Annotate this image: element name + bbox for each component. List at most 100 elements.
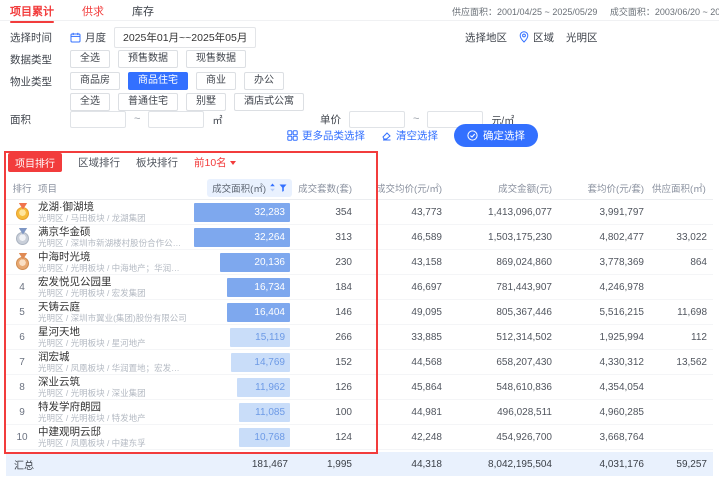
ranking-tab-region[interactable]: 区域排行: [78, 155, 120, 170]
region-value[interactable]: 光明区: [566, 30, 598, 45]
project-name[interactable]: 天铸云庭: [38, 301, 188, 313]
tab-supply-demand[interactable]: 供求: [82, 3, 104, 23]
project-subtext: 光明区 / 马田板块 / 龙湖集团: [38, 213, 188, 223]
chip-commodity-residence[interactable]: 商品住宅: [128, 72, 188, 90]
gold-medal-icon: [16, 207, 29, 220]
chip-ordinary-residence[interactable]: 普通住宅: [118, 93, 178, 111]
confirm-button[interactable]: 确定选择: [454, 124, 538, 147]
summary-unit-avg: 4,031,176: [558, 459, 650, 470]
rank-number: 10: [16, 432, 27, 443]
summary-label: 汇总: [6, 457, 194, 472]
project-name[interactable]: 深业云筑: [38, 376, 188, 388]
deal-area-header-label: 成交面积(㎡): [212, 181, 266, 195]
table-row[interactable]: 8深业云筑光明区 / 光明板块 / 深业集团11,96212645,864548…: [6, 375, 713, 400]
avg-price-cell: 45,864: [358, 382, 448, 393]
deal-units-cell: 313: [294, 232, 358, 243]
clear-selection-button[interactable]: 清空选择: [381, 128, 438, 143]
chip-select-all[interactable]: 全选: [70, 50, 110, 68]
monthly-mode-button[interactable]: 月度: [70, 30, 106, 45]
table-row[interactable]: 中海时光境光明区 / 光明板块 / 中海地产；华润置地20,13623043,1…: [6, 250, 713, 275]
deal-amount-cell: 805,367,446: [448, 307, 558, 318]
more-category-button[interactable]: 更多品类选择: [287, 128, 365, 143]
supply-date-range: 2001/04/25 ~ 2025/05/29: [497, 7, 597, 17]
unit-avg-cell: 3,668,764: [558, 432, 650, 443]
unit-avg-cell: 3,778,369: [558, 257, 650, 268]
project-name[interactable]: 特发学府朗园: [38, 401, 188, 413]
project-subtext: 光明区 / 光明板块 / 深业集团: [38, 388, 188, 398]
avg-price-cell: 46,697: [358, 282, 448, 293]
ranking-tab-project[interactable]: 项目排行: [8, 153, 62, 172]
chip-presale-data[interactable]: 预售数据: [118, 50, 178, 68]
chip-current-sale-data[interactable]: 现售数据: [186, 50, 246, 68]
table-row[interactable]: 满京华金硕光明区 / 深圳市新湖楼村股份合作公司；…32,26431346,58…: [6, 225, 713, 250]
project-name[interactable]: 满京华金硕: [38, 226, 188, 238]
rank-number: 9: [19, 407, 25, 418]
data-date-ranges: 供应面积：2001/04/25 ~ 2025/05/29 成交面积：2003/0…: [452, 5, 719, 18]
project-name[interactable]: 龙湖·御湖境: [38, 201, 188, 213]
table-row[interactable]: 6星河天地光明区 / 光明板块 / 星河地产15,11926633,885512…: [6, 325, 713, 350]
table-row[interactable]: 7润宏城光明区 / 凤凰板块 / 华润置地；宏发集团14,76915244,56…: [6, 350, 713, 375]
project-name[interactable]: 宏发悦见公园里: [38, 276, 188, 288]
dashboard-page: 项目累计 供求 库存 供应面积：2001/04/25 ~ 2025/05/29 …: [0, 0, 719, 482]
region-type-button[interactable]: 区域: [519, 30, 554, 45]
tab-inventory[interactable]: 库存: [132, 3, 154, 23]
sort-column-header[interactable]: 成交面积(㎡): [207, 179, 292, 197]
area-max-input[interactable]: [148, 111, 204, 128]
col-header-deal-area: 成交面积(㎡): [194, 179, 294, 197]
deal-units-cell: 126: [294, 382, 358, 393]
unit-avg-cell: 4,246,978: [558, 282, 650, 293]
chip-commercial[interactable]: 商业: [196, 72, 236, 90]
chip-select-all-residence[interactable]: 全选: [70, 93, 110, 111]
ranking-tab-block[interactable]: 板块排行: [136, 155, 178, 170]
table-row[interactable]: 10中建观明云邸光明区 / 凤凰板块 / 中建东孚10,76812442,248…: [6, 425, 713, 450]
grid-icon: [287, 130, 298, 141]
deal-units-cell: 100: [294, 407, 358, 418]
deal-units-cell: 230: [294, 257, 358, 268]
table-row[interactable]: 9特发学府朗园光明区 / 光明板块 / 特发地产11,08510044,9814…: [6, 400, 713, 425]
chevron-down-icon: [230, 161, 236, 165]
project-name[interactable]: 润宏城: [38, 351, 188, 363]
avg-price-cell: 43,773: [358, 207, 448, 218]
project-subtext: 光明区 / 深圳市翼业(集团)股份有限公司: [38, 313, 188, 323]
area-min-input[interactable]: [70, 111, 126, 128]
col-header-unit-avg: 套均价(元/套): [558, 181, 650, 195]
summary-supply: 59,257: [650, 459, 713, 470]
deal-area-bar: 16,734: [227, 278, 290, 297]
project-name[interactable]: 中海时光境: [38, 251, 188, 263]
avg-price-cell: 46,589: [358, 232, 448, 243]
deal-amount-cell: 869,024,860: [448, 257, 558, 268]
rank-number: 4: [19, 282, 25, 293]
summary-amount: 8,042,195,504: [448, 459, 558, 470]
supply-area-cell: 864: [650, 257, 713, 268]
table-row[interactable]: 4宏发悦见公园里光明区 / 光明板块 / 宏发集团16,73418446,697…: [6, 275, 713, 300]
unit-avg-cell: 1,925,994: [558, 332, 650, 343]
table-row[interactable]: 5天铸云庭光明区 / 深圳市翼业(集团)股份有限公司16,40414649,09…: [6, 300, 713, 325]
time-filter-row: 选择时间 月度 2025年01月~~2025年05月 选择地区 区域 光明区: [10, 28, 719, 46]
deal-area-bar: 32,283: [194, 203, 290, 222]
deal-units-cell: 124: [294, 432, 358, 443]
avg-price-cell: 44,981: [358, 407, 448, 418]
deal-area-bar: 11,962: [237, 378, 290, 397]
chip-commodity-housing[interactable]: 商品房: [70, 72, 120, 90]
region-filter-label: 选择地区: [465, 30, 507, 45]
deal-area-bar: 32,264: [194, 228, 290, 247]
tab-project-cumulative[interactable]: 项目累计: [10, 3, 54, 23]
date-range-picker[interactable]: 2025年01月~~2025年05月: [114, 27, 256, 48]
table-row[interactable]: 龙湖·御湖境光明区 / 马田板块 / 龙湖集团32,28335443,7731,…: [6, 200, 713, 225]
summary-units: 1,995: [294, 459, 358, 470]
chip-office[interactable]: 办公: [244, 72, 284, 90]
deal-date-range: 2003/06/20 ~ 2025/06/05: [655, 7, 719, 17]
chip-serviced-apartment[interactable]: 酒店式公寓: [234, 93, 304, 111]
deal-area-bar: 10,768: [239, 428, 290, 447]
chip-villa[interactable]: 别墅: [186, 93, 226, 111]
top-n-dropdown[interactable]: 前10名: [194, 155, 236, 170]
deal-units-cell: 146: [294, 307, 358, 318]
project-name[interactable]: 星河天地: [38, 326, 188, 338]
project-subtext: 光明区 / 光明板块 / 星河地产: [38, 338, 188, 348]
property-type-label: 物业类型: [10, 74, 62, 89]
deal-area-bar: 16,404: [227, 303, 290, 322]
deal-units-cell: 152: [294, 357, 358, 368]
project-name[interactable]: 中建观明云邸: [38, 426, 188, 438]
unit-avg-cell: 4,802,477: [558, 232, 650, 243]
avg-price-cell: 44,568: [358, 357, 448, 368]
